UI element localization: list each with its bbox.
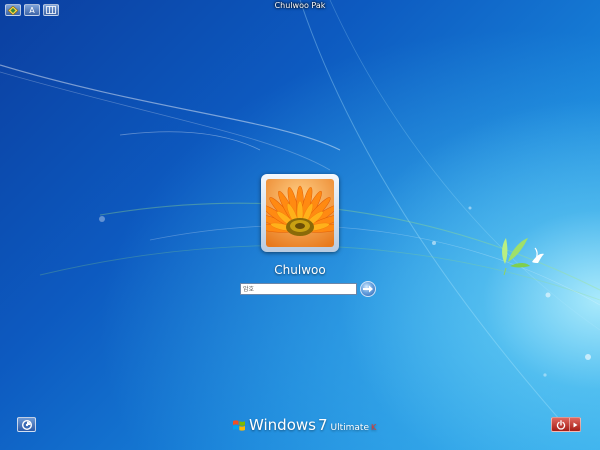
- password-input[interactable]: [240, 283, 357, 295]
- chevron-right-icon[interactable]: [570, 418, 580, 431]
- arrow-right-icon: [363, 285, 373, 293]
- ime-mode-icon[interactable]: [5, 4, 21, 16]
- user-tile[interactable]: [261, 174, 339, 252]
- username-label: Chulwoo: [274, 263, 326, 277]
- font-a-icon[interactable]: A: [24, 4, 40, 16]
- keyboard-layout-icon[interactable]: [43, 4, 59, 16]
- ime-toolbar: A: [5, 4, 59, 16]
- brand-edition: Ultimate: [330, 423, 369, 433]
- brand-trademark: K: [370, 423, 377, 432]
- brand-product: Windows: [249, 416, 316, 434]
- orange-flower-picture: [266, 179, 334, 247]
- ease-of-access-button[interactable]: [17, 417, 36, 432]
- brand-version: 7: [317, 416, 328, 434]
- submit-arrow-button[interactable]: [360, 281, 376, 297]
- session-title: Chulwoo Pak: [274, 1, 326, 10]
- windows-flag-logo: [233, 419, 245, 431]
- power-icon[interactable]: [552, 418, 571, 431]
- shutdown-button[interactable]: [551, 417, 581, 432]
- logon-screen: Chulwoo Pak A Chulwoo Windows 7 Ultimate…: [0, 0, 600, 450]
- ease-of-access-icon: [21, 419, 32, 430]
- windows-brand: Windows 7 Ultimate K: [232, 416, 376, 434]
